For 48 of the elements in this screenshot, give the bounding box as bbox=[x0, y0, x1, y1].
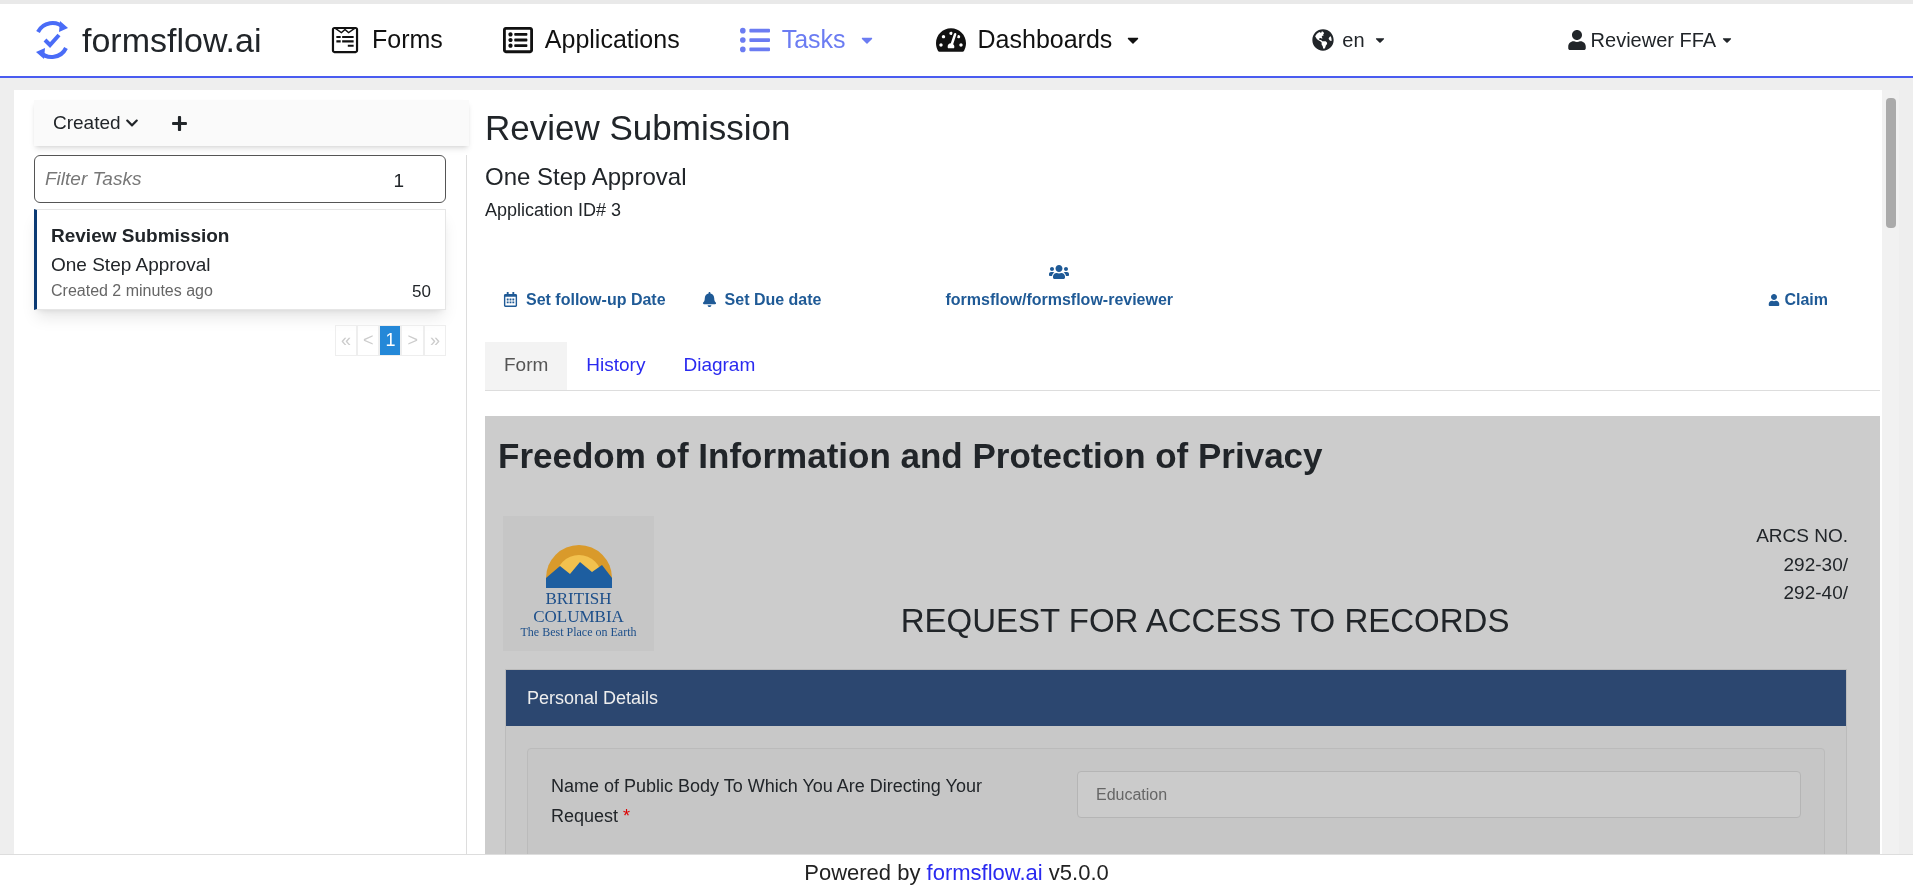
arcs-text: 292-30/ bbox=[1783, 552, 1848, 577]
public-body-field[interactable]: Education bbox=[1077, 771, 1801, 818]
nav-item[interactable]: Forms bbox=[330, 21, 443, 59]
form-title: REQUEST FOR ACCESS TO RECORDS bbox=[899, 601, 1511, 641]
nav-item[interactable]: Tasks bbox=[739, 21, 876, 59]
user-icon bbox=[1768, 293, 1781, 306]
tab[interactable]: Diagram bbox=[664, 341, 775, 390]
logo-text: BRITISH bbox=[545, 590, 612, 608]
tab[interactable]: Form bbox=[485, 341, 568, 390]
footer-link[interactable]: formsflow.ai bbox=[926, 859, 1043, 885]
follow-up-link[interactable]: Set follow-up Date bbox=[503, 287, 666, 316]
task-count: 1 bbox=[393, 169, 404, 193]
form-heading: Freedom of Information and Protection of Privacy bbox=[498, 434, 1324, 477]
group-link[interactable]: formsflow/formsflow-reviewer bbox=[945, 261, 1174, 316]
page-button[interactable]: 1 bbox=[379, 324, 402, 356]
arcs-text: 292-40/ bbox=[1783, 581, 1848, 605]
task-title: Review Submission bbox=[485, 107, 792, 149]
field-label: Name of Public Body To Which You Are Directing Your Request * bbox=[551, 775, 983, 828]
nav-item[interactable]: Dashboards bbox=[935, 21, 1143, 59]
panel-header: Personal Details bbox=[506, 670, 1846, 726]
brand-name[interactable]: formsflow.ai bbox=[82, 14, 262, 66]
user-menu[interactable]: Reviewer FFA bbox=[1566, 25, 1735, 55]
bell-icon bbox=[701, 292, 717, 307]
user-icon bbox=[1566, 30, 1587, 50]
application-id: Application ID# 3 bbox=[485, 198, 623, 222]
logo-text: COLUMBIA bbox=[533, 607, 624, 626]
sort-dropdown[interactable]: Created bbox=[53, 108, 139, 138]
task-title: Review Submission bbox=[51, 224, 231, 248]
tab[interactable]: History bbox=[567, 341, 665, 390]
nav-item[interactable]: Applications bbox=[502, 21, 680, 59]
nav-icon bbox=[935, 25, 966, 55]
task-priority: 50 bbox=[412, 281, 431, 303]
globe-icon bbox=[1312, 29, 1335, 51]
nav-icon bbox=[330, 25, 360, 55]
task-process: One Step Approval bbox=[51, 252, 212, 277]
nav-icon bbox=[739, 25, 770, 55]
due-date-link[interactable]: Set Due date bbox=[701, 287, 822, 316]
process-name: One Step Approval bbox=[485, 161, 688, 192]
task-created: Created 2 minutes ago bbox=[51, 281, 213, 301]
add-icon[interactable] bbox=[170, 114, 188, 132]
logo-text: The Best Place on Earth bbox=[520, 625, 637, 639]
footer-text: Powered by formsflow.ai v5.0.0 bbox=[804, 858, 1109, 887]
claim-link[interactable]: Claim bbox=[1768, 287, 1828, 316]
task-card[interactable]: Review Submission One Step Approval Created 2 minutes ago 50 bbox=[34, 209, 446, 310]
language-menu[interactable]: en bbox=[1312, 25, 1387, 55]
arcs-text: ARCS NO. bbox=[1756, 524, 1848, 548]
calendar-icon bbox=[503, 292, 518, 307]
nav-icon bbox=[502, 25, 533, 55]
